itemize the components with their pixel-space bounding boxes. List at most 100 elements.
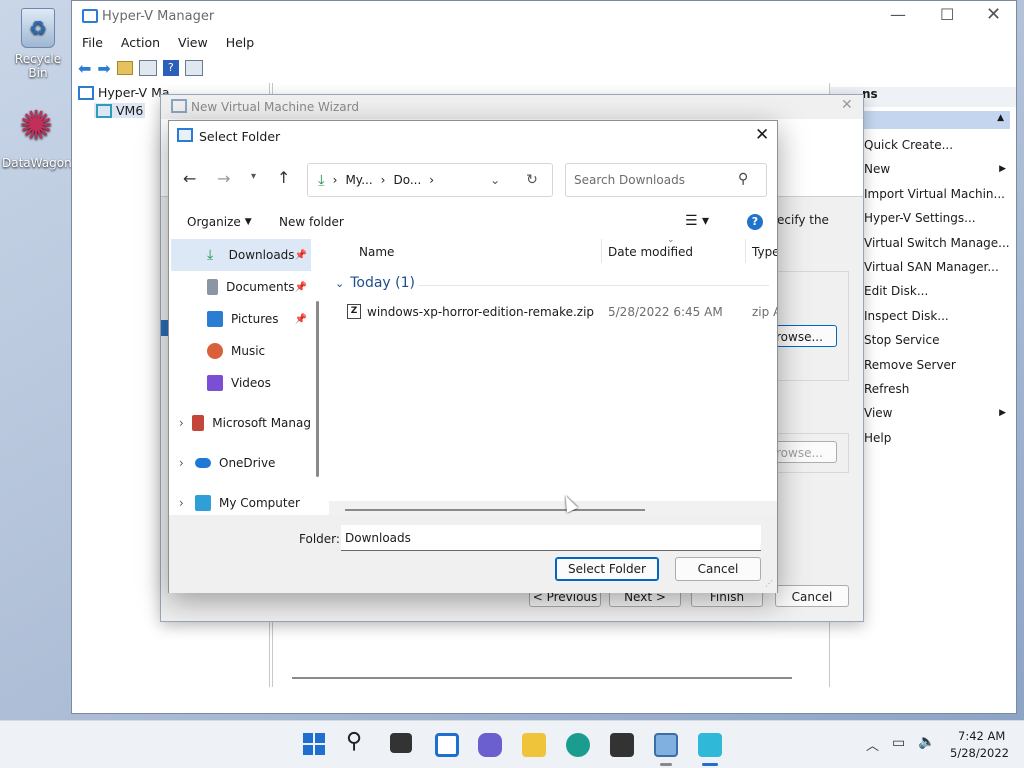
nav-microsoft-manag[interactable]: › Microsoft Manag <box>171 407 311 439</box>
hyperv-taskbar-icon[interactable] <box>654 733 678 757</box>
start-button[interactable] <box>303 733 325 755</box>
widgets-icon[interactable] <box>435 733 459 757</box>
folder-label: Folder: <box>299 532 340 546</box>
active-indicator <box>702 763 718 766</box>
action-inspect-disk[interactable]: Inspect Disk... <box>860 304 1010 328</box>
volume-icon[interactable]: 🔈 <box>918 734 935 750</box>
datawagon-taskbar-icon[interactable] <box>698 733 722 757</box>
wizard-close-button[interactable]: ✕ <box>841 97 853 113</box>
nav-videos[interactable]: Videos <box>171 367 311 399</box>
task-view-icon[interactable] <box>390 733 412 753</box>
edge-browser-icon[interactable] <box>566 733 590 757</box>
group-header-today[interactable]: ⌄ Today (1) <box>335 275 415 291</box>
datawagon-shortcut[interactable]: ✺ DataWagon... <box>2 104 83 170</box>
nav-downloads[interactable]: ⤓ Downloads 📌 <box>171 239 311 271</box>
store-icon[interactable] <box>610 733 634 757</box>
dialog-close-button[interactable]: ✕ <box>755 125 769 145</box>
file-list-hscroll-thumb[interactable] <box>345 509 645 511</box>
action-import[interactable]: Import Virtual Machin... <box>860 182 1010 206</box>
view-options-icon[interactable]: ☰ ▾ <box>685 213 709 229</box>
search-box[interactable]: Search Downloads ⚲ <box>565 163 767 197</box>
dialog-cancel-button[interactable]: Cancel <box>675 557 761 581</box>
action-help[interactable]: Help <box>860 426 1010 450</box>
search-input[interactable]: Search Downloads <box>574 173 685 187</box>
recycle-bin-shortcut[interactable]: ♻ Recycle Bin <box>4 8 72 80</box>
properties-icon[interactable] <box>184 60 203 76</box>
column-header-name[interactable]: Name <box>359 245 394 259</box>
breadcrumb-downloads[interactable]: Do... <box>393 173 421 187</box>
menu-help[interactable]: Help <box>226 35 255 50</box>
pin-icon: 📌 <box>294 313 307 325</box>
clock-time[interactable]: 7:42 AM <box>958 729 1005 743</box>
downloads-icon: ⤓ <box>207 247 214 263</box>
file-list-hscroll-track <box>329 501 777 515</box>
address-dropdown-icon[interactable]: ⌄ <box>490 173 500 187</box>
resize-grip-icon[interactable]: ⋰ <box>765 579 773 588</box>
action-stop-service[interactable]: Stop Service <box>860 328 1010 352</box>
back-arrow-icon[interactable]: ⬅ <box>78 59 91 78</box>
tree-root[interactable]: Hyper-V Ma <box>78 85 170 100</box>
organize-button[interactable]: Organize ▼ <box>187 215 252 229</box>
action-remove-server[interactable]: Remove Server <box>860 353 1010 377</box>
nav-pane-scrollbar[interactable] <box>316 301 319 477</box>
forward-arrow-icon[interactable]: ➡ <box>97 59 110 78</box>
help-icon[interactable]: ? <box>162 60 179 76</box>
expand-chevron-icon[interactable]: › <box>179 456 195 470</box>
refresh-icon[interactable]: ↻ <box>526 172 538 188</box>
action-quick-create[interactable]: Quick Create... <box>860 133 1010 157</box>
breadcrumb-separator-icon: › <box>429 173 435 187</box>
column-header-type[interactable]: Type <box>752 245 777 259</box>
menu-action[interactable]: Action <box>121 35 160 50</box>
wizard-specify-text: ecify the <box>777 213 829 227</box>
action-new[interactable]: New ▶ <box>860 157 1010 181</box>
chat-icon[interactable] <box>478 733 502 757</box>
minimize-button[interactable]: — <box>890 5 906 24</box>
file-explorer-icon[interactable] <box>522 733 546 757</box>
search-taskbar-icon[interactable]: ⚲ <box>346 729 362 754</box>
help-circle-icon[interactable]: ? <box>747 214 763 230</box>
host-icon <box>96 103 112 118</box>
collapse-up-icon[interactable]: ▲ <box>997 113 1004 123</box>
menu-view[interactable]: View <box>178 35 208 50</box>
action-virtual-san[interactable]: Virtual SAN Manager... <box>860 255 1010 279</box>
bottom-scrollbar[interactable] <box>292 677 792 679</box>
close-window-button[interactable]: ✕ <box>986 4 1001 25</box>
maximize-button[interactable]: ☐ <box>940 5 954 24</box>
wizard-cancel-button[interactable]: Cancel <box>775 585 849 607</box>
column-header-date[interactable]: Date modified <box>608 245 693 259</box>
nav-onedrive[interactable]: › OneDrive <box>171 447 311 479</box>
expand-chevron-icon[interactable]: › <box>179 496 195 510</box>
tree-vm6[interactable]: VM6 <box>94 103 146 118</box>
folder-input[interactable]: Downloads <box>341 525 761 551</box>
clock-date[interactable]: 5/28/2022 <box>950 746 1009 760</box>
new-folder-button[interactable]: New folder <box>279 215 344 229</box>
videos-icon <box>207 375 223 391</box>
nav-pictures[interactable]: Pictures 📌 <box>171 303 311 335</box>
show-tree-icon[interactable] <box>138 60 157 76</box>
browse-button[interactable]: rowse... <box>769 325 837 347</box>
up-folder-icon[interactable] <box>116 61 133 75</box>
up-nav-icon[interactable]: ↑ <box>277 168 290 187</box>
breadcrumb-my-computer[interactable]: My... <box>345 173 372 187</box>
action-view[interactable]: View ▶ <box>860 401 1010 425</box>
nav-documents[interactable]: Documents 📌 <box>171 271 311 303</box>
nav-music[interactable]: Music <box>171 335 311 367</box>
back-nav-icon[interactable]: ← <box>183 169 196 188</box>
recent-locations-icon[interactable]: ▾ <box>251 171 256 182</box>
network-icon[interactable]: ▭ <box>892 735 905 751</box>
action-refresh[interactable]: Refresh <box>860 377 1010 401</box>
action-virtual-switch[interactable]: Virtual Switch Manage... <box>860 231 1010 255</box>
dialog-app-icon <box>177 128 193 142</box>
collapse-chevron-icon: ⌄ <box>335 277 345 290</box>
action-hyperv-settings[interactable]: Hyper-V Settings... <box>860 206 1010 230</box>
show-hidden-icons-chevron[interactable]: ︿ <box>866 735 879 754</box>
address-bar[interactable]: ⤓ › My... › Do... › ⌄ ↻ <box>307 163 553 197</box>
select-folder-button[interactable]: Select Folder <box>555 557 659 581</box>
file-row[interactable]: Z windows-xp-horror-edition-remake.zip 5… <box>345 303 777 323</box>
action-edit-disk[interactable]: Edit Disk... <box>860 279 1010 303</box>
expand-chevron-icon[interactable]: › <box>179 416 192 430</box>
browse-button-disabled[interactable]: rowse... <box>769 441 837 463</box>
menu-file[interactable]: File <box>82 35 103 50</box>
forward-nav-icon[interactable]: → <box>217 169 230 188</box>
toolbar: ⬅ ➡ ? <box>78 57 1018 79</box>
